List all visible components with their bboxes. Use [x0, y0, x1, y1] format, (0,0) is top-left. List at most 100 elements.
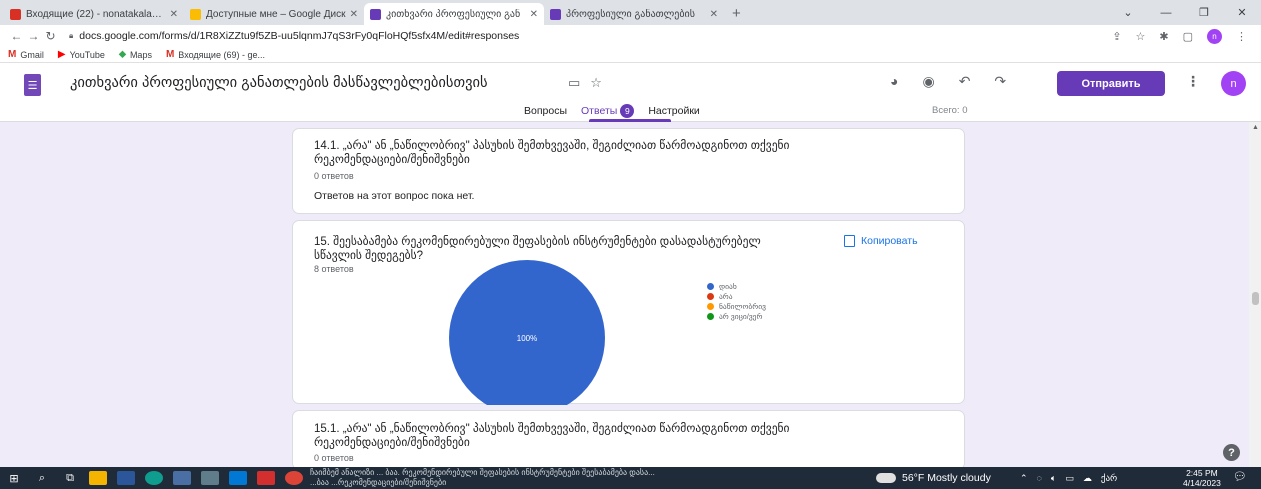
pie-chart: 100%: [449, 260, 605, 405]
palette-icon[interactable]: ◕: [890, 73, 898, 90]
browser-menu-icon[interactable]: ⋮: [1236, 30, 1247, 43]
profile-avatar[interactable]: n: [1207, 28, 1222, 44]
redo-icon[interactable]: ↷: [994, 73, 1006, 90]
move-to-folder-icon[interactable]: ▭: [568, 75, 580, 91]
minimize-icon[interactable]: —: [1147, 7, 1185, 19]
outlook-icon[interactable]: [224, 467, 252, 489]
edge-icon[interactable]: [140, 467, 168, 489]
undo-icon[interactable]: ↶: [959, 73, 971, 90]
notifications-icon[interactable]: 💬︎: [1233, 470, 1249, 485]
language-indicator[interactable]: ქარ: [1101, 473, 1117, 484]
close-window-icon[interactable]: ✕: [1223, 6, 1261, 19]
question-text: 14.1. „არა" ან „ნაწილობრივ" პასუხის შემთ…: [314, 140, 790, 166]
close-tab-icon[interactable]: ✕: [350, 9, 358, 20]
question-card: 14.1. „არა" ან „ნაწილობრივ" პასუხის შემთ…: [292, 128, 965, 214]
bookmarks-bar: M Gmail ▶ YouTube ⬥ Maps M Входящие (69)…: [0, 47, 1261, 63]
bookmark-star-icon[interactable]: ☆: [1136, 30, 1146, 43]
scrollbar-thumb[interactable]: [1252, 292, 1259, 305]
volume-icon[interactable]: 🔈︎: [1051, 473, 1056, 484]
help-icon[interactable]: ?: [1223, 444, 1240, 461]
search-icon[interactable]: ⌕: [28, 467, 56, 489]
browser-tab[interactable]: Входящие (22) - nonatakalandze ✕: [4, 3, 184, 25]
tab-settings[interactable]: Настройки: [648, 105, 700, 117]
scroll-up-arrow-icon[interactable]: ▲: [1252, 124, 1259, 131]
gmail-icon: [10, 8, 21, 20]
address-bar[interactable]: 🔒︎ docs.google.com/forms/d/1R8XiZZtu9f5Z…: [69, 30, 1112, 42]
legend-item: დიახ: [707, 281, 766, 291]
battery-icon[interactable]: ▭: [1065, 473, 1074, 484]
windows-start-icon[interactable]: ⊞: [0, 467, 28, 489]
close-tab-icon[interactable]: ✕: [530, 9, 538, 20]
close-tab-icon[interactable]: ✕: [710, 9, 718, 20]
form-title[interactable]: კითხვარი პროფესიული განათლების მასწავლებ…: [70, 75, 488, 91]
tab-questions[interactable]: Вопросы: [524, 105, 567, 117]
chart-legend: დიახ არა ნაწილობრივ არ ვიცი/ვერ: [707, 281, 766, 321]
extensions-icon[interactable]: ✱: [1159, 30, 1168, 43]
legend-label: არა: [719, 291, 733, 301]
bookmark-maps[interactable]: ⬥ Maps: [119, 49, 152, 60]
acrobat-icon[interactable]: [252, 467, 280, 489]
send-button[interactable]: Отправить: [1057, 71, 1165, 96]
network-icon[interactable]: ◌: [1037, 473, 1042, 483]
form-tabs: Вопросы Ответы 9 Настройки: [524, 104, 700, 118]
preview-eye-icon[interactable]: ◉: [922, 73, 934, 90]
browser-tab[interactable]: პროფესიული განათლების ✕: [544, 3, 724, 25]
preview-line: ...ბაა ...რეკომენდაციები/შენიშვნები: [310, 478, 447, 487]
google-forms-logo-icon[interactable]: ☰: [24, 74, 41, 96]
browser-tab-strip: Входящие (22) - nonatakalandze ✕ Доступн…: [0, 0, 1261, 25]
active-tab-indicator: [589, 119, 671, 122]
close-tab-icon[interactable]: ✕: [170, 9, 178, 20]
share-icon[interactable]: ⇪: [1112, 30, 1121, 43]
tab-responses[interactable]: Ответы 9: [581, 104, 635, 118]
bookmark-inbox[interactable]: M Входящие (69) - ge...: [166, 49, 265, 60]
tab-title: Доступные мне – Google Диск: [206, 8, 346, 20]
system-tray: ⌃ ◌ 🔈︎ ▭ ☁ ქარ: [1020, 467, 1117, 489]
copy-chart-button[interactable]: Копировать: [844, 235, 918, 247]
bookmark-gmail[interactable]: M Gmail: [8, 49, 44, 60]
google-forms-icon: [550, 8, 561, 20]
app-icon[interactable]: [196, 467, 224, 489]
url-text: docs.google.com/forms/d/1R8XiZZtu9f5ZB-u…: [79, 30, 520, 42]
response-count: 0 ответов: [314, 171, 354, 181]
back-icon[interactable]: ←: [8, 29, 25, 43]
browser-tab-active[interactable]: კითხვარი პროფესიული გან ✕: [364, 3, 544, 25]
browser-tab[interactable]: Доступные мне – Google Диск ✕: [184, 3, 364, 25]
forward-icon[interactable]: →: [25, 29, 42, 43]
file-explorer-icon[interactable]: [84, 467, 112, 489]
new-tab-button[interactable]: +: [724, 5, 749, 25]
question-card-chart: 15. შეესაბამება რეკომენდირებული შეფასები…: [292, 220, 965, 405]
responses-count-badge: 9: [620, 104, 635, 118]
calculator-icon[interactable]: [168, 467, 196, 489]
question-text: 15.1. „არა" ან „ნაწილობრივ" პასუხის შემთ…: [314, 423, 790, 449]
legend-swatch: [707, 282, 714, 290]
tab-search-icon[interactable]: ⌄: [1109, 6, 1147, 19]
tab-title: კითხვარი პროფესიული გან: [386, 8, 521, 20]
pie-slice[interactable]: [449, 260, 605, 405]
chevron-up-icon[interactable]: ⌃: [1020, 473, 1028, 484]
lock-icon[interactable]: 🔒︎: [69, 31, 73, 41]
google-forms-icon: [370, 8, 381, 20]
legend-swatch: [707, 302, 714, 310]
sidebar-icon[interactable]: ▢: [1183, 30, 1193, 43]
legend-swatch: [707, 292, 714, 300]
bookmark-label: Gmail: [20, 49, 44, 60]
word-icon[interactable]: [112, 467, 140, 489]
forms-header: ☰ კითხვარი პროფესიული განათლების მასწავლ…: [0, 63, 1261, 122]
chrome-icon[interactable]: [280, 467, 308, 489]
avatar[interactable]: n: [1221, 71, 1246, 96]
question-card: 15.1. „არა" ან „ნაწილობრივ" პასუხის შემთ…: [292, 410, 965, 470]
weather-widget[interactable]: 56°F Mostly cloudy: [876, 467, 991, 489]
bookmark-youtube[interactable]: ▶ YouTube: [58, 49, 105, 60]
pie-data-label: 100%: [517, 334, 537, 343]
reload-icon[interactable]: ↻: [42, 29, 59, 43]
clock-time: 2:45 PM: [1186, 468, 1218, 478]
tab-responses-label: Ответы: [581, 105, 618, 117]
star-icon[interactable]: ☆: [590, 75, 602, 91]
more-options-icon[interactable]: ⋮: [1186, 73, 1200, 90]
legend-item: ნაწილობრივ: [707, 301, 766, 311]
onedrive-icon[interactable]: ☁: [1083, 473, 1092, 484]
restore-icon[interactable]: ❐: [1185, 6, 1223, 19]
taskbar-clock[interactable]: 2:45 PM 4/14/2023: [1183, 468, 1221, 488]
task-view-icon[interactable]: ⧉: [56, 467, 84, 489]
clock-date: 4/14/2023: [1183, 478, 1221, 488]
